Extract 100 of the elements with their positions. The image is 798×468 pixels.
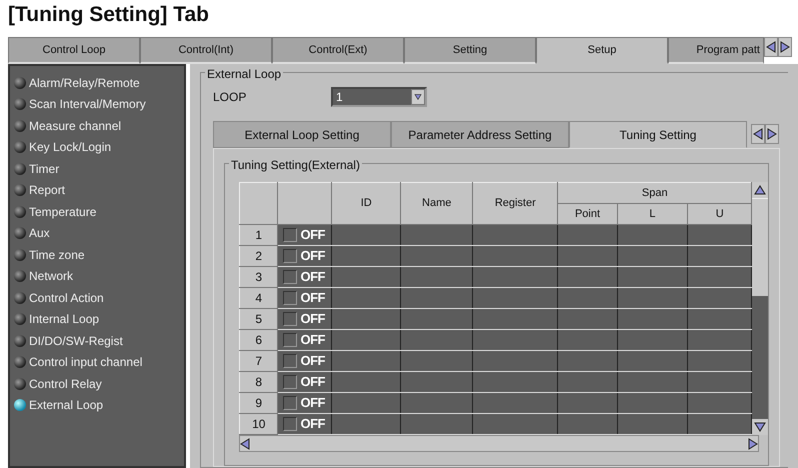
sidebar-item[interactable]: Control input channel	[14, 352, 142, 373]
table-cell	[617, 288, 688, 308]
tab[interactable]: Program patt	[668, 37, 764, 64]
tab[interactable]: Control Loop	[8, 37, 140, 64]
column-header: Name	[400, 182, 473, 224]
table-cell	[558, 224, 618, 246]
checkbox[interactable]	[283, 396, 298, 410]
table-cell	[558, 246, 618, 266]
scroll-right-icon[interactable]	[767, 128, 777, 140]
dropdown-caret-icon[interactable]	[414, 94, 422, 100]
sidebar-item[interactable]: Timer	[14, 158, 60, 180]
sidebar-item[interactable]: Network	[14, 266, 74, 287]
checkbox[interactable]	[283, 417, 298, 431]
sidebar-item[interactable]: Scan Interval/Memory	[14, 94, 146, 115]
sidebar-item[interactable]: DI/DO/SW-Regist	[14, 330, 123, 352]
table-cell	[688, 330, 752, 350]
scroll-up-icon[interactable]	[754, 185, 766, 195]
tab[interactable]: Setup	[536, 37, 668, 64]
field-label: LOOP	[213, 89, 248, 106]
table-cell	[558, 372, 618, 392]
table-cell	[688, 224, 752, 246]
checkbox[interactable]	[283, 312, 298, 326]
table-cell	[617, 414, 688, 434]
scroll-left-icon[interactable]	[240, 438, 250, 450]
column-header: U	[688, 204, 752, 224]
checkbox[interactable]	[283, 228, 298, 242]
checkbox[interactable]	[283, 291, 298, 305]
checkbox[interactable]	[283, 333, 298, 347]
table-cell	[617, 372, 688, 392]
header-cell	[278, 182, 332, 224]
sidebar-item[interactable]: Temperature	[14, 201, 96, 222]
sidebar-item[interactable]: Aux	[14, 222, 50, 244]
row-number: 4	[240, 288, 278, 308]
scroll-left-icon[interactable]	[766, 41, 776, 53]
toggle-label: OFF	[300, 415, 325, 434]
sidebar-item[interactable]: Key Lock/Login	[14, 136, 112, 158]
sidebar-item[interactable]: Control Relay	[14, 373, 102, 394]
table-cell	[617, 246, 688, 266]
tab[interactable]: External Loop Setting	[213, 121, 391, 148]
row-number: 2	[240, 246, 278, 266]
checkbox[interactable]	[283, 249, 298, 263]
sidebar-item[interactable]: External Loop	[14, 394, 104, 416]
table-cell	[558, 308, 618, 330]
table-cell	[558, 288, 618, 308]
toggle-label: OFF	[300, 289, 325, 308]
sidebar-item[interactable]: Time zone	[14, 244, 85, 266]
sidebar-item[interactable]: Measure channel	[14, 115, 122, 136]
toggle-label: OFF	[300, 331, 325, 350]
scroll-down-icon[interactable]	[754, 422, 766, 432]
table-cell	[558, 266, 618, 288]
row-number: 5	[240, 308, 278, 330]
sidebar-item[interactable]: Report	[14, 180, 66, 201]
loop-dropdown[interactable]: 1	[331, 87, 427, 107]
column-header: Point	[558, 204, 618, 224]
sidebar-item[interactable]: Alarm/Relay/Remote	[14, 72, 140, 94]
table-cell	[558, 350, 618, 372]
tab[interactable]: Control(Int)	[140, 37, 272, 64]
sidebar-item[interactable]: Internal Loop	[14, 308, 100, 330]
toggle-label: OFF	[300, 310, 325, 328]
row-number: 8	[240, 372, 278, 392]
table-cell	[688, 372, 752, 392]
table-cell	[558, 392, 618, 414]
checkbox[interactable]	[283, 270, 298, 284]
column-header: L	[617, 204, 688, 224]
tab[interactable]: Setting	[404, 37, 536, 64]
row-number: 9	[240, 392, 278, 414]
table-cell	[688, 350, 752, 372]
table-cell	[558, 414, 618, 434]
header-cell	[240, 182, 278, 224]
table-cell	[617, 224, 688, 246]
scroll-right-icon[interactable]	[780, 41, 790, 53]
checkbox[interactable]	[283, 354, 298, 368]
tab[interactable]: Parameter Address Setting	[391, 121, 569, 148]
table-cell	[688, 308, 752, 330]
sidebar-item[interactable]: Control Action	[14, 287, 104, 308]
scroll-right-icon[interactable]	[748, 438, 758, 450]
toggle-label: OFF	[300, 394, 325, 412]
scroll-left-icon[interactable]	[753, 128, 763, 140]
table-cell	[688, 392, 752, 414]
row-number: 7	[240, 350, 278, 372]
column-header: ID	[332, 182, 401, 224]
table-cell	[688, 266, 752, 288]
toggle-label: OFF	[300, 352, 325, 370]
table-cell	[688, 288, 752, 308]
tab[interactable]: Tuning Setting	[569, 121, 747, 148]
row-number: 6	[240, 330, 278, 350]
column-header: Span	[558, 182, 752, 204]
horizontal-scrollbar[interactable]	[239, 435, 759, 452]
row-number: 1	[240, 224, 278, 246]
table-cell	[688, 246, 752, 266]
row-number: 10	[240, 414, 278, 434]
table-cell	[617, 330, 688, 350]
table-cell	[688, 414, 752, 434]
table-cell	[617, 350, 688, 372]
toggle-label: OFF	[300, 247, 325, 266]
vertical-scrollbar[interactable]	[752, 182, 768, 435]
tab[interactable]: Control(Ext)	[272, 37, 404, 64]
row-number: 3	[240, 266, 278, 288]
checkbox[interactable]	[283, 375, 298, 389]
toggle-label: OFF	[300, 226, 325, 244]
